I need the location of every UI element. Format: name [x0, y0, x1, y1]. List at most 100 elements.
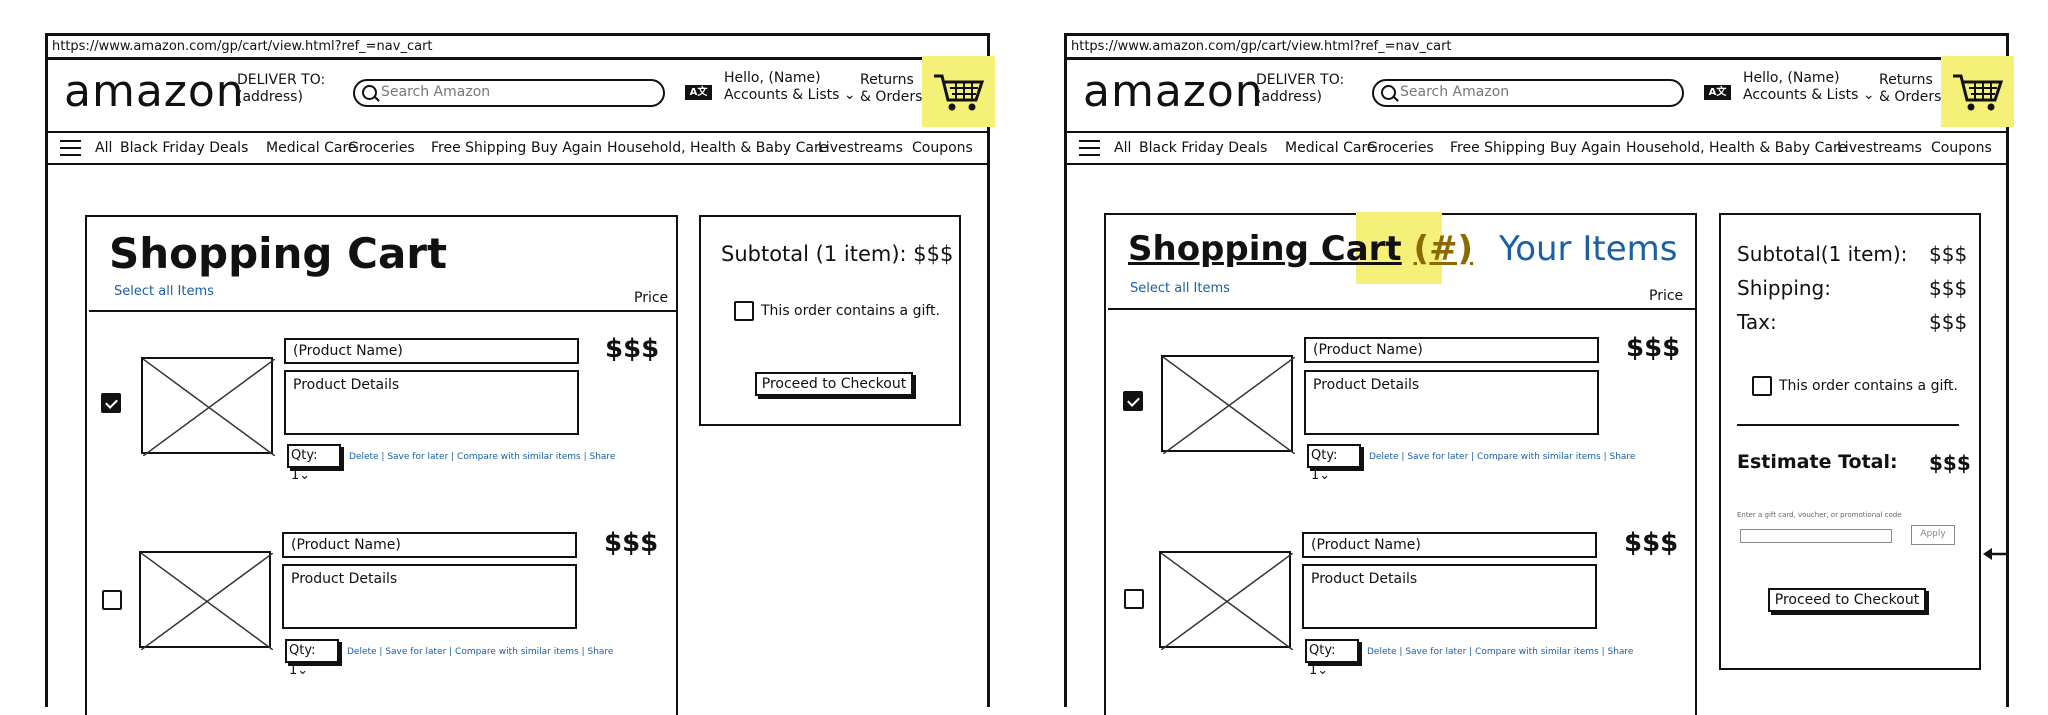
- gift-checkbox[interactable]: [1752, 376, 1772, 396]
- nav-item-black-friday[interactable]: Black Friday Deals: [120, 133, 248, 163]
- item-checkbox[interactable]: [102, 590, 122, 610]
- item-count: (#): [1413, 229, 1474, 269]
- nav-item-medical-care[interactable]: Medical Care: [1285, 133, 1376, 163]
- chevron-down-icon: ⌄: [843, 87, 856, 103]
- nav-item-all[interactable]: All: [95, 133, 112, 163]
- nav-bar: All Black Friday Deals Medical Care Groc…: [1067, 133, 2006, 165]
- item-checkbox[interactable]: [1124, 589, 1144, 609]
- nav-item-medical-care[interactable]: Medical Care: [266, 133, 357, 163]
- account-greeting: Hello, (Name): [724, 70, 821, 86]
- search-input[interactable]: Search Amazon: [1372, 79, 1684, 107]
- nav-item-all[interactable]: All: [1114, 133, 1131, 163]
- orders-label: & Orders: [860, 89, 923, 105]
- item-checkbox[interactable]: [1123, 391, 1143, 411]
- price-header: Price: [1649, 288, 1684, 304]
- gift-label: This order contains a gift.: [761, 303, 940, 319]
- quantity-select[interactable]: Qty: 1⌄: [1305, 639, 1359, 678]
- product-name-field[interactable]: (Product Name): [282, 532, 577, 558]
- gift-label: This order contains a gift.: [1779, 378, 1958, 394]
- item-checkbox[interactable]: [101, 393, 121, 413]
- search-placeholder: Search Amazon: [381, 84, 491, 100]
- quantity-select[interactable]: Qty: 1⌄: [287, 444, 341, 483]
- nav-item-livestreams[interactable]: Livestreams: [818, 133, 903, 163]
- nav-item-livestreams[interactable]: Livestreams: [1837, 133, 1922, 163]
- amazon-logo[interactable]: amazon: [1083, 66, 1264, 117]
- item-price: $$$: [605, 334, 660, 364]
- hamburger-icon[interactable]: [60, 140, 81, 156]
- nav-item-household[interactable]: Household, Health & Baby Care: [1626, 133, 1847, 163]
- item-action-links[interactable]: Delete | Save for later | Compare with s…: [349, 452, 615, 462]
- quantity-select[interactable]: Qty: 1⌄: [285, 639, 339, 678]
- nav-item-buy-again[interactable]: Buy Again: [1550, 133, 1621, 163]
- product-name-field[interactable]: (Product Name): [1302, 532, 1597, 558]
- select-all-link[interactable]: Select all Items: [1130, 281, 1230, 296]
- cart-panel: Shopping Cart Select all Items Price (Pr…: [85, 215, 678, 715]
- gift-checkbox[interactable]: [734, 301, 754, 321]
- top-header: amazon DELIVER TO: (address) Search Amaz…: [1067, 56, 2014, 133]
- cart-icon[interactable]: [1951, 70, 2005, 114]
- subtotal-panel: Subtotal (1 item): $$$ This order contai…: [699, 215, 961, 426]
- returns-label: Returns: [1879, 72, 1933, 88]
- promo-code-input[interactable]: [1740, 529, 1892, 543]
- proceed-to-checkout-button[interactable]: Proceed to Checkout: [1768, 588, 1926, 612]
- apply-button[interactable]: Apply: [1911, 525, 1955, 545]
- estimate-total-value: $$$: [1929, 451, 1971, 475]
- nav-item-coupons[interactable]: Coupons: [1931, 133, 1992, 163]
- promo-code-label: Enter a gift card, voucher, or promotion…: [1737, 511, 1902, 519]
- tax-label: Tax:: [1737, 310, 1777, 334]
- item-price: $$$: [1626, 333, 1681, 363]
- nav-item-household[interactable]: Household, Health & Baby Care: [607, 133, 828, 163]
- item-action-links[interactable]: Delete | Save for later | Compare with s…: [1369, 452, 1635, 462]
- product-details-field[interactable]: Product Details: [284, 370, 579, 435]
- cart-icon[interactable]: [932, 70, 986, 114]
- wireframe-right: https://www.amazon.com/gp/cart/view.html…: [1064, 33, 2014, 715]
- language-flag-icon[interactable]: A文: [1704, 85, 1731, 100]
- proceed-to-checkout-button[interactable]: Proceed to Checkout: [755, 372, 913, 396]
- nav-item-free-shipping[interactable]: Free Shipping: [1450, 133, 1545, 163]
- nav-item-free-shipping[interactable]: Free Shipping: [431, 133, 526, 163]
- nav-item-groceries[interactable]: Groceries: [1367, 133, 1434, 163]
- url-bar[interactable]: https://www.amazon.com/gp/cart/view.html…: [48, 36, 987, 60]
- chevron-down-icon: ⌄: [1862, 87, 1875, 103]
- account-menu[interactable]: Hello, (Name) Accounts & Lists ⌄: [1743, 70, 1875, 104]
- shipping-label: Shipping:: [1737, 276, 1831, 300]
- returns-label: Returns: [860, 72, 914, 88]
- product-details-field[interactable]: Product Details: [1304, 370, 1599, 435]
- chevron-down-icon: ⌄: [299, 468, 311, 483]
- nav-item-black-friday[interactable]: Black Friday Deals: [1139, 133, 1267, 163]
- product-details-field[interactable]: Product Details: [282, 564, 577, 629]
- deliver-to[interactable]: DELIVER TO: (address): [237, 72, 325, 106]
- search-input[interactable]: Search Amazon: [353, 79, 665, 107]
- item-action-links[interactable]: Delete | Save for later | Compare with s…: [1367, 647, 1633, 657]
- product-name-field[interactable]: (Product Name): [1304, 337, 1599, 363]
- image-placeholder-icon: [141, 357, 275, 456]
- select-all-link[interactable]: Select all Items: [114, 284, 214, 299]
- image-placeholder-icon: [139, 551, 273, 650]
- wireframe-left: https://www.amazon.com/gp/cart/view.html…: [45, 33, 995, 715]
- account-lists-label: Accounts & Lists: [724, 87, 840, 103]
- item-action-links[interactable]: Delete | Save for later | Compare with s…: [347, 647, 613, 657]
- product-name-field[interactable]: (Product Name): [284, 338, 579, 364]
- hamburger-icon[interactable]: [1079, 140, 1100, 156]
- url-bar[interactable]: https://www.amazon.com/gp/cart/view.html…: [1067, 36, 2006, 60]
- quantity-select[interactable]: Qty: 1⌄: [1307, 444, 1361, 483]
- search-icon: [1381, 85, 1396, 100]
- amazon-logo[interactable]: amazon: [64, 66, 245, 117]
- nav-item-buy-again[interactable]: Buy Again: [531, 133, 602, 163]
- deliver-to[interactable]: DELIVER TO: (address): [1256, 72, 1344, 106]
- image-placeholder-icon: [1159, 551, 1293, 650]
- top-header: amazon DELIVER TO: (address) Search Amaz…: [48, 56, 995, 133]
- deliver-address: (address): [1256, 89, 1322, 105]
- returns-orders[interactable]: Returns & Orders: [860, 72, 922, 106]
- price-header: Price: [634, 290, 669, 306]
- image-placeholder-icon: [1161, 355, 1295, 454]
- orders-label: & Orders: [1879, 89, 1942, 105]
- account-menu[interactable]: Hello, (Name) Accounts & Lists ⌄: [724, 70, 856, 104]
- product-details-field[interactable]: Product Details: [1302, 564, 1597, 629]
- nav-item-coupons[interactable]: Coupons: [912, 133, 973, 163]
- nav-item-groceries[interactable]: Groceries: [348, 133, 415, 163]
- arrow-left-icon: [1983, 548, 2009, 560]
- returns-orders[interactable]: Returns & Orders: [1879, 72, 1941, 106]
- language-flag-icon[interactable]: A文: [685, 85, 712, 100]
- item-price: $$$: [1624, 528, 1679, 558]
